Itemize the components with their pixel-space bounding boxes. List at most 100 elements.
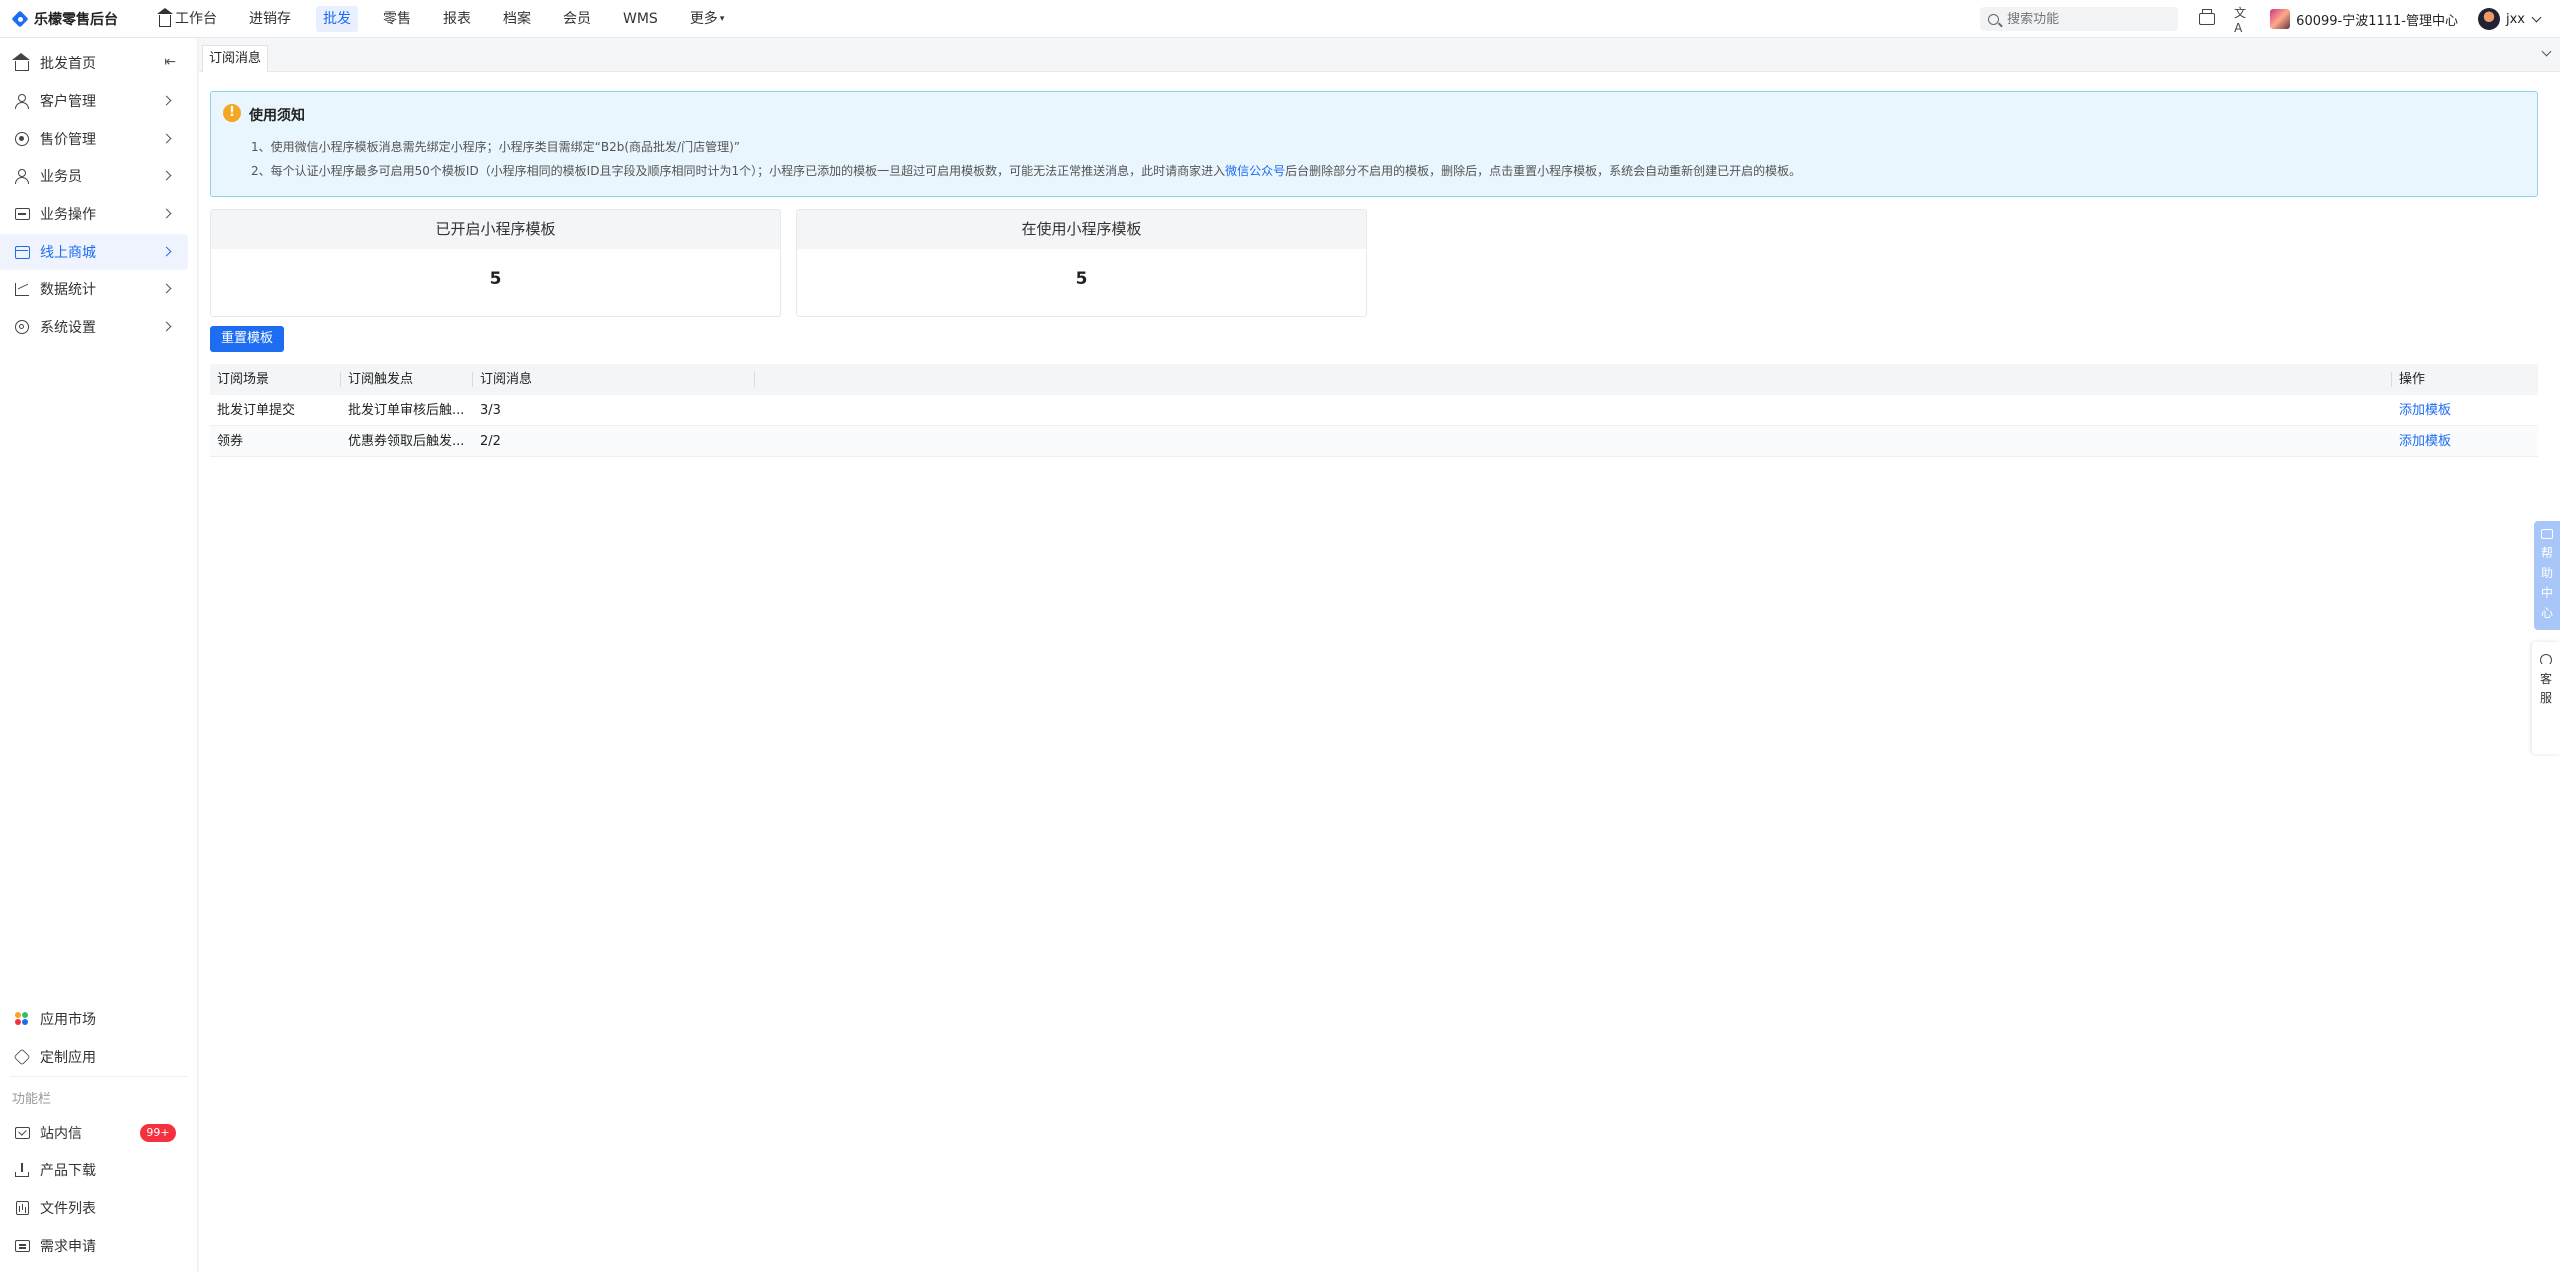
avatar	[2478, 8, 2500, 30]
chevron-down-icon[interactable]	[2541, 46, 2552, 57]
printer-icon	[2199, 9, 2216, 25]
request-icon	[14, 1240, 30, 1252]
caret-down-icon: ▾	[719, 13, 725, 24]
search-icon	[1988, 13, 2000, 25]
sidebar-section-title: 功能栏	[12, 1092, 52, 1107]
chevron-right-icon	[161, 133, 172, 144]
table-header: 订阅场景 订阅触发点 订阅消息 操作	[210, 364, 2538, 395]
sidebar-item-online-mall[interactable]: 线上商城	[0, 234, 188, 270]
translate-button[interactable]: 文A	[2234, 6, 2252, 35]
help-center-button[interactable]: 帮 助 中 心	[2534, 521, 2560, 630]
box-icon	[14, 208, 30, 220]
customer-service-button[interactable]: 客 服	[2532, 642, 2560, 754]
stat-enabled-templates: 已开启小程序模板 5	[210, 209, 781, 317]
user-icon	[15, 94, 29, 109]
nav-workbench[interactable]: 工作台	[152, 6, 224, 32]
sidebar-item-messages[interactable]: 站内信 99+	[0, 1115, 188, 1151]
column-divider[interactable]	[754, 372, 755, 387]
store-switcher[interactable]: 60099-宁波1111-管理中心	[2270, 9, 2458, 29]
sidebar-item-wholesale-home[interactable]: 批发首页 ⇤	[0, 45, 188, 81]
stat-title: 在使用小程序模板	[797, 210, 1366, 249]
nav-wholesale[interactable]: 批发	[316, 5, 358, 32]
collapse-sidebar-icon[interactable]: ⇤	[164, 54, 176, 70]
subscription-table: 订阅场景 订阅触发点 订阅消息 操作 批发订单提交 批发订单审核后触... 3/…	[210, 364, 2538, 457]
chevron-right-icon	[161, 246, 172, 257]
tab-subscription-messages[interactable]: 订阅消息	[202, 45, 269, 72]
table-row: 领券 优惠券领取后触发... 2/2 添加模板	[210, 426, 2538, 457]
cell-message: 2/2	[480, 434, 501, 449]
stat-in-use-templates: 在使用小程序模板 5	[796, 209, 1367, 317]
top-right-tools: 文A 60099-宁波1111-管理中心 jxx	[1980, 0, 2560, 38]
sidebar-item-requests[interactable]: 需求申请	[0, 1228, 188, 1264]
column-header: 操作	[2399, 372, 2426, 387]
sidebar-item-customers[interactable]: 客户管理	[0, 83, 188, 119]
chevron-right-icon	[161, 321, 172, 332]
stat-value: 5	[1075, 269, 1088, 289]
add-template-link[interactable]: 添加模板	[2399, 403, 2451, 418]
chevron-right-icon	[161, 283, 172, 294]
table-row: 批发订单提交 批发订单审核后触... 3/3 添加模板	[210, 395, 2538, 426]
user-icon	[15, 169, 29, 184]
wechat-official-link[interactable]: 微信公众号	[1225, 164, 1285, 178]
cell-scene: 领券	[217, 434, 244, 449]
sidebar-item-custom-apps[interactable]: 定制应用	[0, 1039, 188, 1075]
add-template-link[interactable]: 添加模板	[2399, 434, 2451, 449]
nav-more[interactable]: 更多 ▾	[683, 6, 732, 32]
unread-badge: 99+	[140, 1124, 176, 1142]
column-header: 订阅场景	[217, 372, 270, 387]
chevron-right-icon	[161, 208, 172, 219]
app-title: 乐檬零售后台	[34, 11, 118, 28]
sidebar-item-file-list[interactable]: 文件列表	[0, 1190, 188, 1226]
column-header: 订阅消息	[480, 372, 533, 387]
column-header: 订阅触发点	[348, 372, 414, 387]
nav-reports[interactable]: 报表	[436, 6, 478, 32]
reset-template-button[interactable]: 重置模板	[210, 326, 285, 352]
printer-button[interactable]	[2198, 9, 2216, 28]
custom-app-icon	[13, 1048, 31, 1066]
app-market-icon	[15, 1012, 29, 1026]
notice-line-1: 1、使用微信小程序模板消息需先绑定小程序；小程序类目需绑定“B2b(商品批发/门…	[251, 140, 740, 154]
headset-icon	[2540, 654, 2552, 666]
user-menu[interactable]: jxx	[2478, 8, 2542, 30]
sidebar-item-statistics[interactable]: 数据统计	[0, 271, 188, 307]
home-icon	[157, 7, 173, 27]
notice-line-2: 2、每个认证小程序最多可启用50个模板ID（小程序相同的模板ID且字段及顺序相同…	[251, 164, 1802, 178]
price-icon	[15, 132, 29, 146]
sidebar: 批发首页 ⇤ 客户管理 售价管理 业务员 业务操作 线上商城 数据统计 系统设置	[0, 38, 198, 1272]
home-icon	[12, 53, 30, 71]
sidebar-item-downloads[interactable]: 产品下载	[0, 1152, 188, 1188]
cell-message: 3/3	[480, 403, 501, 418]
nav-retail[interactable]: 零售	[376, 6, 418, 32]
sidebar-item-pricing[interactable]: 售价管理	[0, 121, 188, 157]
store-name: 60099-宁波1111-管理中心	[2296, 13, 2458, 29]
nav-inventory[interactable]: 进销存	[242, 6, 298, 32]
top-nav: 工作台 进销存 批发 零售 报表 档案 会员 WMS 更多 ▾	[152, 0, 749, 38]
mail-icon	[14, 1127, 30, 1139]
chart-icon	[15, 282, 29, 296]
nav-wms[interactable]: WMS	[616, 6, 665, 32]
stat-value: 5	[489, 269, 502, 289]
sidebar-item-app-market[interactable]: 应用市场	[0, 1001, 188, 1037]
logo-icon	[12, 11, 28, 27]
file-list-icon	[15, 1201, 29, 1215]
cell-trigger: 批发订单审核后触...	[348, 403, 465, 418]
sidebar-divider	[10, 1076, 188, 1077]
search-box[interactable]	[1980, 7, 2179, 31]
cell-trigger: 优惠券领取后触发...	[348, 434, 465, 449]
sidebar-item-operations[interactable]: 业务操作	[0, 196, 188, 232]
app-logo[interactable]: 乐檬零售后台	[0, 0, 140, 38]
sidebar-item-salesperson[interactable]: 业务员	[0, 158, 188, 194]
main-content: ! 使用须知 1、使用微信小程序模板消息需先绑定小程序；小程序类目需绑定“B2b…	[199, 72, 2560, 1272]
shop-icon	[14, 245, 30, 259]
nav-archives[interactable]: 档案	[496, 6, 538, 32]
search-input[interactable]	[2007, 11, 2168, 27]
user-name: jxx	[2506, 11, 2525, 27]
chat-icon	[2541, 529, 2553, 539]
store-thumbnail	[2270, 9, 2291, 29]
notice-title: 使用须知	[249, 108, 305, 124]
warning-icon: !	[223, 104, 241, 122]
gear-icon	[15, 320, 29, 334]
nav-members[interactable]: 会员	[556, 6, 598, 32]
sidebar-item-settings[interactable]: 系统设置	[0, 309, 188, 345]
chevron-right-icon	[161, 95, 172, 106]
